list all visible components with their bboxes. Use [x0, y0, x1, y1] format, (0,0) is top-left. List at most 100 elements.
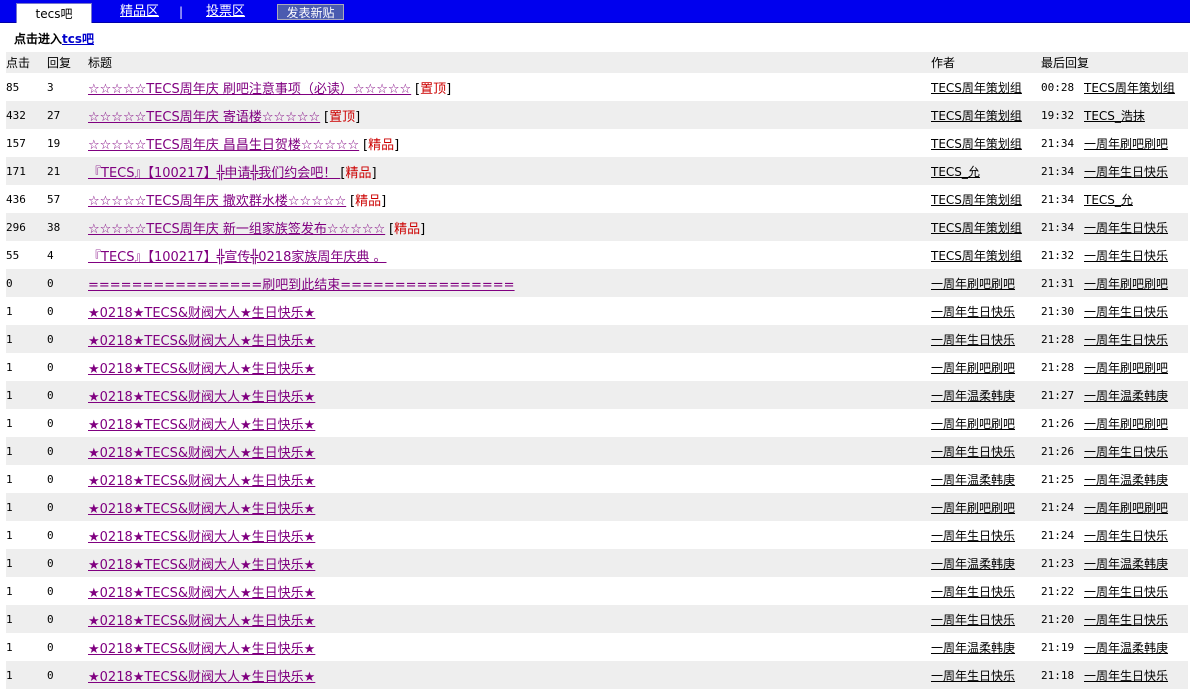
- thread-title-link[interactable]: ★0218★TECS&财阀大人★生日快乐★: [88, 362, 315, 377]
- click-count: 1: [6, 584, 13, 598]
- last-replier-link[interactable]: 一周年刷吧刷吧: [1084, 361, 1168, 375]
- enter-prefix: 点击进入: [14, 32, 63, 46]
- author-link[interactable]: TECS_允: [931, 165, 980, 179]
- thread-title-link[interactable]: ★0218★TECS&财阀大人★生日快乐★: [88, 586, 315, 601]
- last-replier-link[interactable]: 一周年生日快乐: [1084, 305, 1168, 319]
- last-replier-link[interactable]: 一周年生日快乐: [1084, 613, 1168, 627]
- thread-title-link[interactable]: 『TECS』【100217】╬宣传╬0218家族周年庆典 。: [88, 250, 386, 265]
- author-cell: 一周年温柔韩庚: [931, 381, 1041, 409]
- author-link[interactable]: 一周年刷吧刷吧: [931, 417, 1015, 431]
- author-link[interactable]: 一周年生日快乐: [931, 529, 1015, 543]
- author-link[interactable]: TECS周年策划组: [931, 193, 1022, 207]
- last-replier-link[interactable]: 一周年生日快乐: [1084, 221, 1168, 235]
- author-link[interactable]: 一周年温柔韩庚: [931, 641, 1015, 655]
- author-link[interactable]: 一周年生日快乐: [931, 305, 1015, 319]
- thread-title-link[interactable]: ★0218★TECS&财阀大人★生日快乐★: [88, 642, 315, 657]
- last-replier-link[interactable]: 一周年生日快乐: [1084, 669, 1168, 683]
- author-link[interactable]: 一周年温柔韩庚: [931, 473, 1015, 487]
- table-row: 1 0 ★0218★TECS&财阀大人★生日快乐★ 一周年刷吧刷吧 21:24 一周年刷吧…: [6, 493, 1188, 521]
- author-link[interactable]: 一周年刷吧刷吧: [931, 501, 1015, 515]
- reply-count: 0: [47, 360, 54, 374]
- last-reply-time: 21:24: [1041, 528, 1075, 542]
- thread-title-link[interactable]: ★0218★TECS&财阀大人★生日快乐★: [88, 390, 315, 405]
- thread-title-link[interactable]: ☆☆☆☆☆TECS周年庆 昌昌生日贺楼☆☆☆☆☆: [88, 138, 359, 153]
- table-row: 1 0 ★0218★TECS&财阀大人★生日快乐★ 一周年刷吧刷吧 21:28 一周年刷吧…: [6, 353, 1188, 381]
- thread-title-link[interactable]: ★0218★TECS&财阀大人★生日快乐★: [88, 306, 315, 321]
- thread-title-link[interactable]: ★0218★TECS&财阀大人★生日快乐★: [88, 614, 315, 629]
- thread-title-link[interactable]: ☆☆☆☆☆TECS周年庆 寄语楼☆☆☆☆☆: [88, 110, 320, 125]
- last-replier-link[interactable]: 一周年温柔韩庚: [1084, 641, 1168, 655]
- last-reply-time: 19:32: [1041, 101, 1084, 129]
- thread-title-link[interactable]: ★0218★TECS&财阀大人★生日快乐★: [88, 530, 315, 545]
- last-replier-link[interactable]: 一周年刷吧刷吧: [1084, 277, 1168, 291]
- last-replier-link[interactable]: TECS_浩抹: [1084, 109, 1145, 123]
- click-count: 171: [6, 157, 47, 185]
- table-row: 436 57 ☆☆☆☆☆TECS周年庆 撒欢群水楼☆☆☆☆☆ [精品] TECS周年策…: [6, 185, 1188, 213]
- nav-link-featured[interactable]: 精品区: [120, 4, 159, 20]
- author-link[interactable]: 一周年生日快乐: [931, 333, 1015, 347]
- author-link[interactable]: 一周年生日快乐: [931, 613, 1015, 627]
- thread-title-cell: ☆☆☆☆☆TECS周年庆 昌昌生日贺楼☆☆☆☆☆ [精品]: [88, 129, 931, 157]
- last-reply-cell: 一周年生日快乐: [1084, 157, 1188, 185]
- last-replier-link[interactable]: 一周年温柔韩庚: [1084, 557, 1168, 571]
- thread-title-link[interactable]: ☆☆☆☆☆TECS周年庆 新一组家族签发布☆☆☆☆☆: [88, 222, 385, 237]
- thread-title-link[interactable]: 『TECS』【100217】╬申请╬我们约会吧！: [88, 166, 340, 181]
- last-replier-link[interactable]: 一周年生日快乐: [1084, 529, 1168, 543]
- author-link[interactable]: TECS周年策划组: [931, 137, 1022, 151]
- last-replier-link[interactable]: 一周年温柔韩庚: [1084, 389, 1168, 403]
- reply-count: 0: [47, 325, 88, 353]
- last-reply-cell: 一周年刷吧刷吧: [1084, 493, 1188, 521]
- last-replier-link[interactable]: 一周年生日快乐: [1084, 249, 1168, 263]
- reply-count: 0: [47, 549, 88, 577]
- thread-title-link[interactable]: ================刷吧到此结束================: [88, 278, 515, 293]
- author-link[interactable]: 一周年刷吧刷吧: [931, 277, 1015, 291]
- reply-count: 0: [47, 640, 54, 654]
- last-replier-link[interactable]: TECS_允: [1084, 193, 1133, 207]
- thread-title-cell: ★0218★TECS&财阀大人★生日快乐★: [88, 577, 931, 605]
- last-replier-link[interactable]: 一周年生日快乐: [1084, 165, 1168, 179]
- thread-title-link[interactable]: ★0218★TECS&财阀大人★生日快乐★: [88, 670, 315, 685]
- author-link[interactable]: 一周年温柔韩庚: [931, 389, 1015, 403]
- last-replier-link[interactable]: 一周年刷吧刷吧: [1084, 137, 1168, 151]
- author-link[interactable]: TECS周年策划组: [931, 109, 1022, 123]
- thread-title-cell: ☆☆☆☆☆TECS周年庆 刷吧注意事项（必读）☆☆☆☆☆ [置顶]: [88, 73, 931, 101]
- author-link[interactable]: 一周年生日快乐: [931, 585, 1015, 599]
- new-post-button[interactable]: 发表新贴: [277, 4, 344, 20]
- last-replier-link[interactable]: 一周年刷吧刷吧: [1084, 501, 1168, 515]
- last-replier-link[interactable]: TECS周年策划组: [1084, 81, 1175, 95]
- nav-link-vote[interactable]: 投票区: [206, 4, 245, 20]
- reply-count: 0: [47, 661, 88, 689]
- thread-title-link[interactable]: ★0218★TECS&财阀大人★生日快乐★: [88, 474, 315, 489]
- thread-title-link[interactable]: ☆☆☆☆☆TECS周年庆 撒欢群水楼☆☆☆☆☆: [88, 194, 346, 209]
- last-replier-link[interactable]: 一周年生日快乐: [1084, 585, 1168, 599]
- author-link[interactable]: TECS周年策划组: [931, 249, 1022, 263]
- enter-bar-link[interactable]: tcs吧: [62, 32, 94, 46]
- author-cell: 一周年刷吧刷吧: [931, 409, 1041, 437]
- table-row: 1 0 ★0218★TECS&财阀大人★生日快乐★ 一周年生日快乐 21:20 一周年生日…: [6, 605, 1188, 633]
- author-cell: TECS_允: [931, 157, 1041, 185]
- author-link[interactable]: TECS周年策划组: [931, 221, 1022, 235]
- last-replier-link[interactable]: 一周年刷吧刷吧: [1084, 417, 1168, 431]
- author-link[interactable]: 一周年刷吧刷吧: [931, 361, 1015, 375]
- last-replier-link[interactable]: 一周年生日快乐: [1084, 445, 1168, 459]
- author-link[interactable]: 一周年生日快乐: [931, 445, 1015, 459]
- click-count: 1: [6, 640, 13, 654]
- thread-title-cell: ★0218★TECS&财阀大人★生日快乐★: [88, 297, 931, 325]
- author-link[interactable]: TECS周年策划组: [931, 81, 1022, 95]
- top-nav-bar: tecs吧 精品区 | 投票区 发表新贴: [0, 0, 1190, 23]
- reply-count: 3: [47, 80, 54, 94]
- thread-title-link[interactable]: ★0218★TECS&财阀大人★生日快乐★: [88, 558, 315, 573]
- tab-tecs-bar[interactable]: tecs吧: [16, 3, 92, 23]
- thread-title-link[interactable]: ★0218★TECS&财阀大人★生日快乐★: [88, 418, 315, 433]
- thread-title-link[interactable]: ★0218★TECS&财阀大人★生日快乐★: [88, 334, 315, 349]
- thread-title-link[interactable]: ☆☆☆☆☆TECS周年庆 刷吧注意事项（必读）☆☆☆☆☆: [88, 82, 411, 97]
- thread-title-link[interactable]: ★0218★TECS&财阀大人★生日快乐★: [88, 502, 315, 517]
- last-reply-time: 21:24: [1041, 493, 1084, 521]
- last-replier-link[interactable]: 一周年温柔韩庚: [1084, 473, 1168, 487]
- last-reply-cell: TECS_允: [1084, 185, 1188, 213]
- thread-title-link[interactable]: ★0218★TECS&财阀大人★生日快乐★: [88, 446, 315, 461]
- last-replier-link[interactable]: 一周年生日快乐: [1084, 333, 1168, 347]
- author-link[interactable]: 一周年温柔韩庚: [931, 557, 1015, 571]
- thread-title-cell: ★0218★TECS&财阀大人★生日快乐★: [88, 409, 931, 437]
- author-link[interactable]: 一周年生日快乐: [931, 669, 1015, 683]
